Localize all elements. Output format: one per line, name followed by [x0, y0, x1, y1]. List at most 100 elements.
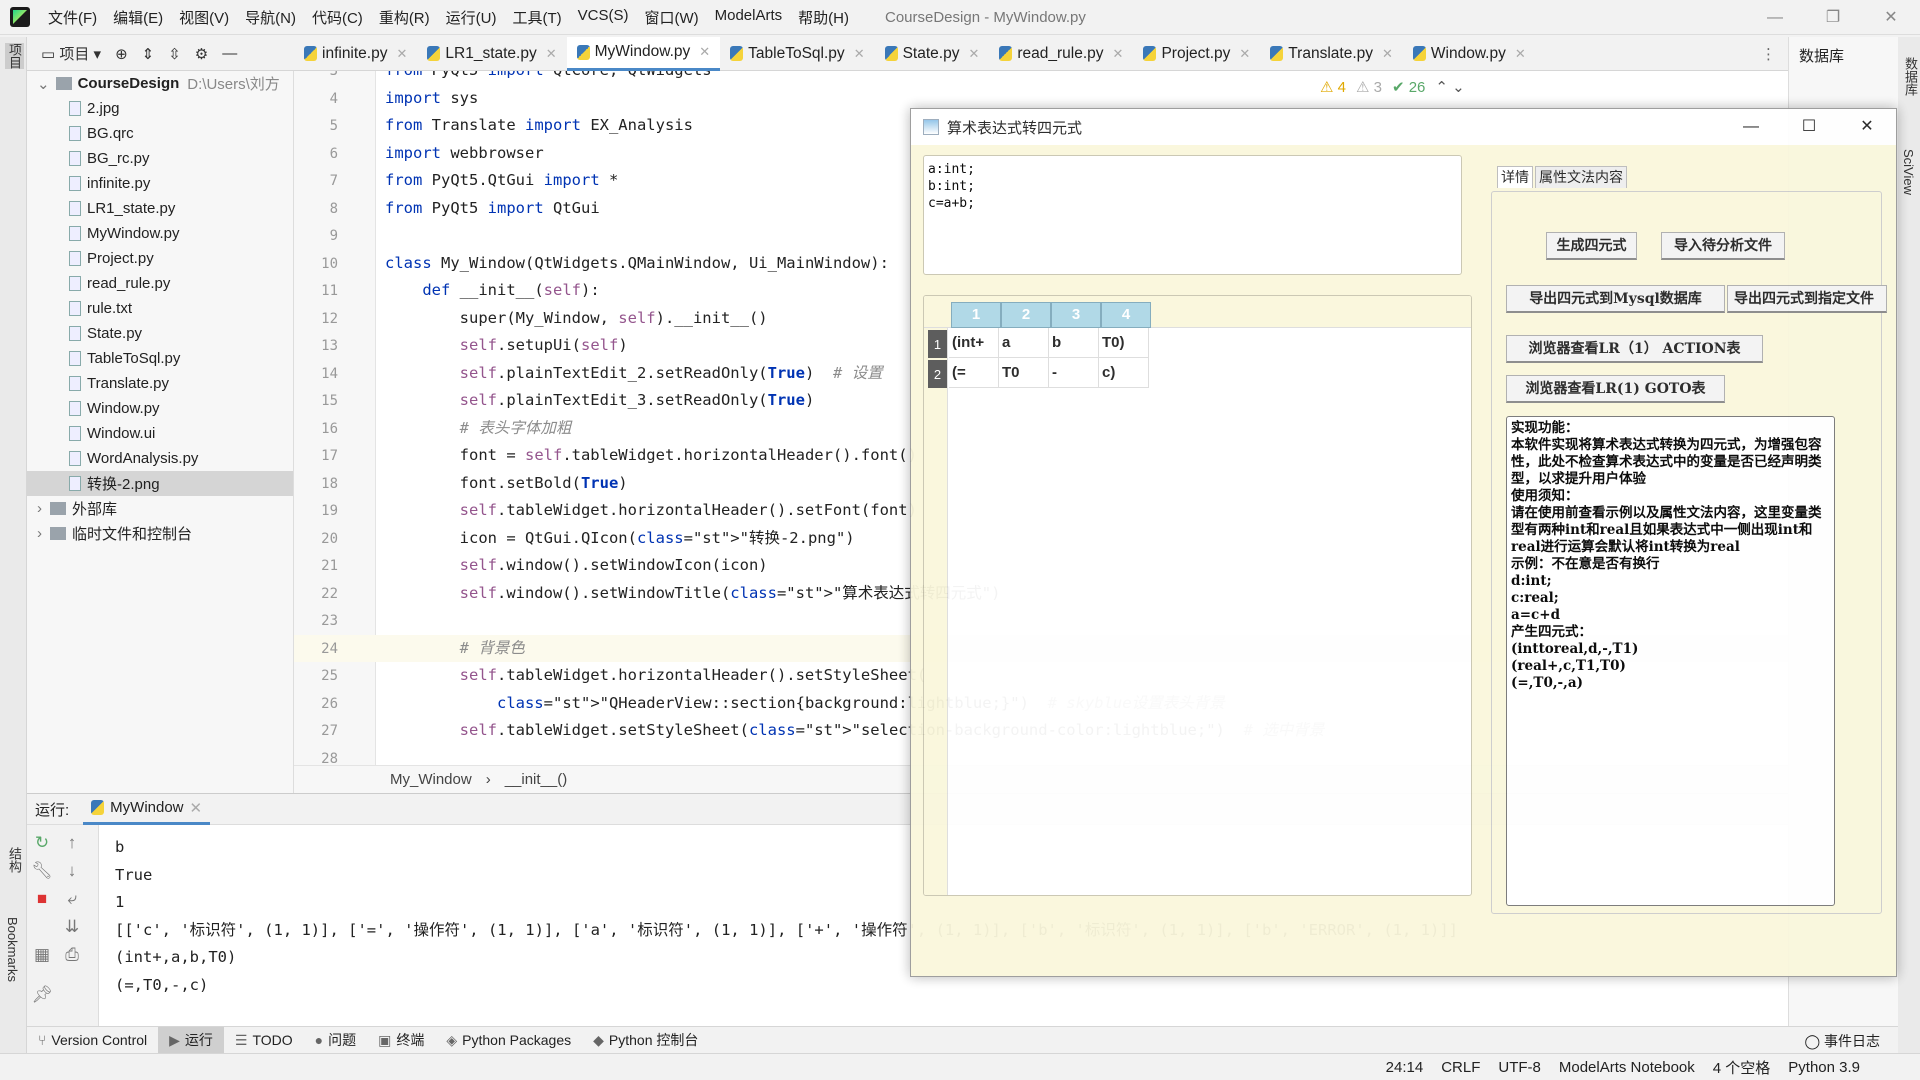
tab-file[interactable]: State.py ✕: [875, 37, 990, 71]
toolwindow-button[interactable]: ▶ 运行: [158, 1026, 224, 1054]
dialog-maximize-button[interactable]: ☐: [1780, 109, 1838, 145]
tree-file[interactable]: rule.txt: [27, 296, 293, 321]
table-cell[interactable]: -: [1049, 358, 1099, 388]
tree-file[interactable]: MyWindow.py: [27, 221, 293, 246]
menu-item[interactable]: 运行(U): [438, 7, 505, 28]
menu-item[interactable]: 代码(C): [304, 7, 371, 28]
info-text[interactable]: 实现功能： 本软件实现将算术表达式转换为四元式，为增强包容性，此处不检查算术表达…: [1506, 416, 1835, 906]
tree-file[interactable]: read_rule.py: [27, 271, 293, 296]
pin-icon[interactable]: 📌︎: [27, 985, 57, 1005]
toolwindow-button[interactable]: ◆ Python 控制台: [582, 1027, 709, 1054]
tab-file[interactable]: Window.py ✕: [1403, 37, 1536, 71]
table-cell[interactable]: a: [999, 328, 1049, 358]
export-file-button[interactable]: 导出四元式到指定文件: [1727, 285, 1887, 313]
project-view-dropdown[interactable]: ▭ 项目 ▾: [41, 43, 101, 64]
tree-root[interactable]: ⌄ CourseDesign D:\Users\刘方: [27, 71, 293, 96]
breadcrumb-method[interactable]: __init__(): [505, 771, 568, 788]
toolwindow-button[interactable]: ◈ Python Packages: [435, 1027, 582, 1054]
menu-item[interactable]: 帮助(H): [790, 7, 857, 28]
view-action-table-button[interactable]: 浏览器查看LR（1） ACTION表: [1506, 335, 1763, 363]
project-tool-button[interactable]: 项目: [5, 43, 24, 69]
menu-item[interactable]: ModelArts: [707, 7, 791, 28]
tree-file[interactable]: Window.py: [27, 396, 293, 421]
tree-file[interactable]: infinite.py: [27, 171, 293, 196]
tab-file[interactable]: LR1_state.py ✕: [417, 37, 566, 71]
tree-scratches[interactable]: › 临时文件和控制台: [27, 521, 293, 546]
inspection-widget[interactable]: ⚠ 4 ⚠ 3 ✔ 26 ⌃ ⌄: [1320, 78, 1465, 96]
gear-icon[interactable]: ⚙: [195, 45, 208, 63]
status-item[interactable]: 4 个空格: [1713, 1057, 1771, 1078]
menu-item[interactable]: 窗口(W): [636, 7, 706, 28]
status-item[interactable]: Python 3.9: [1788, 1059, 1860, 1076]
close-icon[interactable]: ✕: [699, 44, 710, 60]
close-icon[interactable]: ✕: [968, 46, 979, 62]
close-icon[interactable]: ✕: [1239, 46, 1250, 62]
close-icon[interactable]: ✕: [546, 46, 557, 62]
tree-external[interactable]: › 外部库: [27, 496, 293, 521]
stop-icon[interactable]: ■: [27, 889, 57, 909]
export-mysql-button[interactable]: 导出四元式到Mysql数据库: [1506, 285, 1725, 313]
tab-details[interactable]: 详情: [1497, 166, 1533, 188]
hide-icon[interactable]: —: [222, 45, 237, 62]
status-item[interactable]: UTF-8: [1498, 1059, 1541, 1076]
bookmarks-tool-button[interactable]: Bookmarks: [5, 917, 20, 982]
quadruple-table[interactable]: 1234 12 (int+ a b T0) (= T0- c): [923, 295, 1472, 896]
tree-file[interactable]: Project.py: [27, 246, 293, 271]
more-tabs-icon[interactable]: ⋮: [1761, 45, 1776, 63]
row-header-cell[interactable]: 1: [928, 330, 947, 358]
toolwindow-button[interactable]: ● 问题: [304, 1027, 367, 1054]
expand-all-icon[interactable]: ⇕: [142, 45, 155, 63]
minimize-button[interactable]: —: [1746, 0, 1804, 35]
tree-file[interactable]: Window.ui: [27, 421, 293, 446]
menu-item[interactable]: 文件(F): [40, 7, 105, 28]
layout-icon[interactable]: ▦: [27, 945, 57, 965]
tree-file[interactable]: 转换-2.png: [27, 471, 293, 496]
wrench-icon[interactable]: 🔧︎: [27, 861, 57, 881]
scroll-to-end-icon[interactable]: ⇊: [57, 917, 87, 937]
toolwindow-button[interactable]: ☰ TODO: [224, 1027, 304, 1054]
table-cell[interactable]: T0: [999, 358, 1049, 388]
view-goto-table-button[interactable]: 浏览器查看LR(1) GOTO表: [1506, 375, 1725, 403]
column-header[interactable]: 4: [1101, 302, 1151, 328]
event-log-button[interactable]: ◯ 事件日志: [1804, 1031, 1880, 1051]
breadcrumb-class[interactable]: My_Window: [390, 771, 472, 788]
print-icon[interactable]: ⎙: [57, 945, 87, 965]
table-cell[interactable]: b: [1049, 328, 1099, 358]
generate-button[interactable]: 生成四元式: [1546, 232, 1637, 260]
tab-file[interactable]: Project.py ✕: [1133, 37, 1260, 71]
tree-file[interactable]: WordAnalysis.py: [27, 446, 293, 471]
menu-item[interactable]: VCS(S): [570, 7, 637, 28]
tree-file[interactable]: BG_rc.py: [27, 146, 293, 171]
toolwindow-button[interactable]: ▣ 终端: [367, 1027, 435, 1054]
tree-file[interactable]: TableToSql.py: [27, 346, 293, 371]
close-button[interactable]: ✕: [1862, 0, 1920, 35]
tree-file[interactable]: Translate.py: [27, 371, 293, 396]
locate-icon[interactable]: ⊕: [115, 45, 128, 63]
menu-item[interactable]: 工具(T): [504, 7, 569, 28]
tab-attribute-grammar[interactable]: 属性文法内容: [1535, 166, 1627, 188]
table-cell[interactable]: T0): [1099, 328, 1149, 358]
table-cell[interactable]: (=: [949, 358, 999, 388]
status-item[interactable]: CRLF: [1441, 1059, 1480, 1076]
tab-file[interactable]: Translate.py ✕: [1260, 37, 1403, 71]
close-icon[interactable]: ✕: [854, 46, 865, 62]
dialog-close-button[interactable]: ✕: [1838, 109, 1896, 145]
collapse-all-icon[interactable]: ⇳: [168, 45, 181, 63]
rerun-icon[interactable]: ↻: [27, 833, 57, 853]
import-file-button[interactable]: 导入待分析文件: [1661, 232, 1785, 260]
restore-button[interactable]: ❐: [1804, 0, 1862, 35]
database-tool-button[interactable]: 数据库: [1901, 57, 1920, 96]
toolwindow-button[interactable]: ⑂ Version Control: [27, 1027, 158, 1054]
status-item[interactable]: ModelArts Notebook: [1559, 1059, 1695, 1076]
tab-file[interactable]: MyWindow.py ✕: [566, 36, 721, 71]
tree-file[interactable]: 2.jpg: [27, 96, 293, 121]
soft-wrap-icon[interactable]: ⤶: [57, 889, 87, 909]
table-cell[interactable]: c): [1099, 358, 1149, 388]
menu-item[interactable]: 视图(V): [171, 7, 237, 28]
column-header[interactable]: 3: [1051, 302, 1101, 328]
menu-item[interactable]: 导航(N): [237, 7, 304, 28]
up-icon[interactable]: ↑: [57, 833, 87, 853]
menu-item[interactable]: 编辑(E): [105, 7, 171, 28]
tab-file[interactable]: infinite.py ✕: [294, 37, 417, 71]
tree-file[interactable]: LR1_state.py: [27, 196, 293, 221]
